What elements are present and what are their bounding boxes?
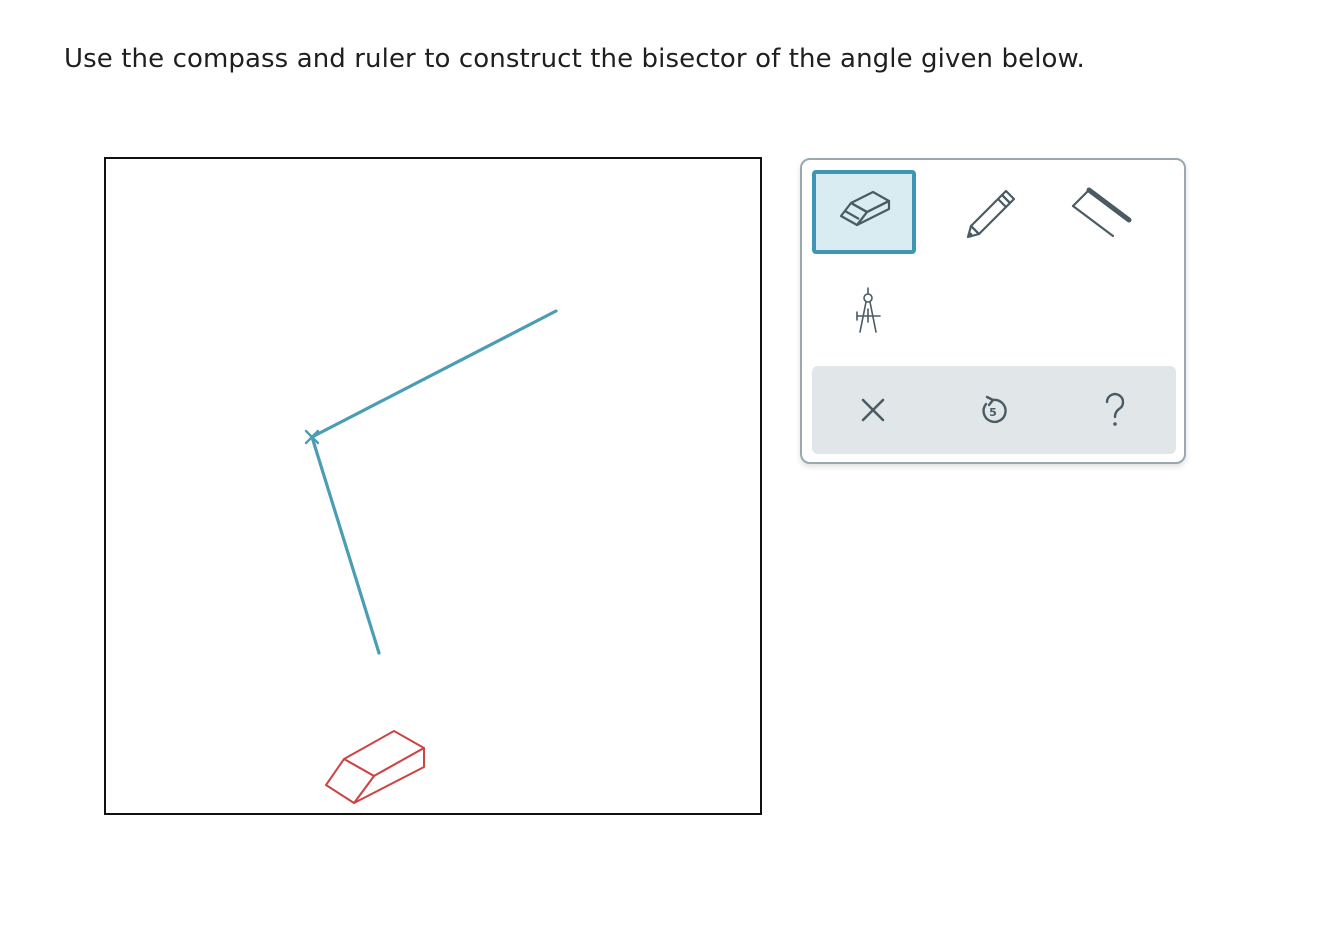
undo-icon: 5	[982, 395, 1007, 424]
svg-text:5: 5	[989, 406, 997, 419]
compass-icon	[856, 287, 881, 333]
clear-button[interactable]	[848, 386, 898, 434]
ruler-tool-button[interactable]	[1050, 170, 1154, 254]
eraser-tool-button[interactable]	[812, 170, 916, 254]
action-bar: 5	[812, 366, 1176, 454]
angle-arm-upper[interactable]	[310, 309, 558, 439]
undo-button[interactable]: 5	[968, 386, 1018, 434]
angle-arm-lower[interactable]	[310, 435, 381, 655]
compass-tool-button[interactable]	[816, 270, 920, 354]
eraser-icon	[839, 190, 891, 227]
question-prompt: Use the compass and ruler to construct t…	[64, 44, 1085, 74]
close-icon	[861, 398, 885, 422]
pencil-icon	[966, 189, 1016, 239]
tool-panel: 5	[800, 158, 1186, 464]
pencil-tool-button[interactable]	[940, 170, 1044, 254]
help-button[interactable]	[1090, 386, 1140, 434]
help-icon	[1105, 392, 1125, 426]
construction-drawing	[304, 309, 558, 804]
ruler-icon	[1071, 187, 1132, 238]
drawing-canvas[interactable]	[104, 157, 762, 815]
eraser-cursor-icon	[325, 730, 425, 804]
